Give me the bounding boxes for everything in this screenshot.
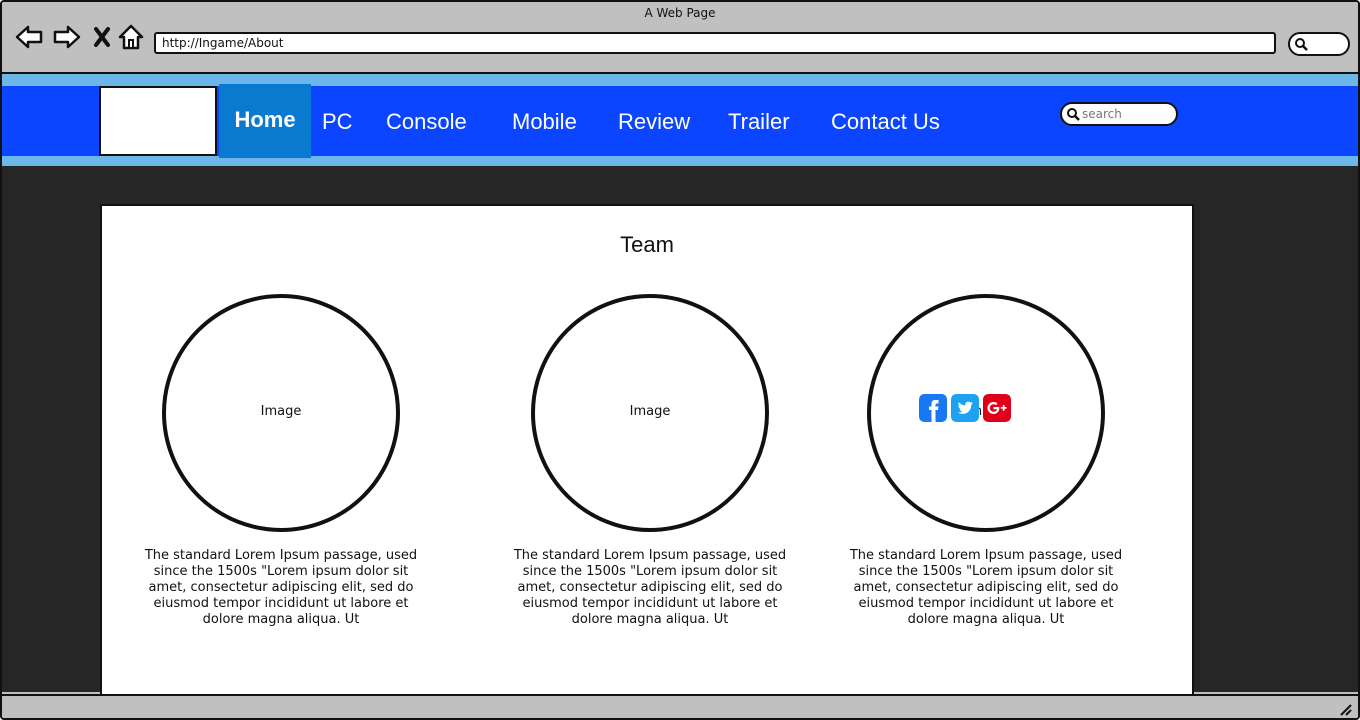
forward-icon[interactable] bbox=[52, 22, 82, 52]
avatar-placeholder: Image bbox=[531, 294, 769, 532]
home-icon[interactable] bbox=[116, 22, 146, 52]
search-icon bbox=[1295, 38, 1308, 51]
site-search[interactable] bbox=[1060, 102, 1178, 126]
member-description: The standard Lorem Ipsum passage, used s… bbox=[513, 548, 787, 627]
browser-toolbar: A Web Page http://Ingame/About bbox=[2, 2, 1358, 74]
facebook-icon[interactable] bbox=[919, 394, 947, 422]
status-bar bbox=[2, 694, 1358, 718]
browser-search[interactable] bbox=[1288, 32, 1350, 56]
back-icon[interactable] bbox=[14, 22, 44, 52]
address-bar[interactable]: http://Ingame/About bbox=[154, 32, 1276, 54]
nav-pc[interactable]: PC bbox=[322, 86, 353, 158]
browser-window: A Web Page http://Ingame/About Home PC C… bbox=[0, 0, 1360, 720]
page-viewport: Home PC Console Mobile Review Trailer Co… bbox=[2, 74, 1358, 696]
nav-console[interactable]: Console bbox=[386, 86, 467, 158]
window-title: A Web Page bbox=[644, 6, 716, 20]
google-plus-icon[interactable] bbox=[983, 394, 1011, 422]
member-description: The standard Lorem Ipsum passage, used s… bbox=[144, 548, 418, 627]
page-title: Team bbox=[620, 232, 674, 257]
member-description: The standard Lorem Ipsum passage, used s… bbox=[849, 548, 1123, 627]
nav-review[interactable]: Review bbox=[618, 86, 690, 158]
nav-home[interactable]: Home bbox=[219, 84, 311, 158]
nav-contact-us[interactable]: Contact Us bbox=[831, 86, 940, 158]
nav-mobile[interactable]: Mobile bbox=[512, 86, 577, 158]
twitter-icon[interactable] bbox=[951, 394, 979, 422]
search-icon bbox=[1067, 108, 1080, 121]
search-input[interactable] bbox=[1082, 104, 1168, 124]
team-panel: Team Image The standard Lorem Ipsum pass… bbox=[100, 204, 1194, 696]
resize-grip-icon[interactable] bbox=[1338, 702, 1352, 716]
navbar-band: Home PC Console Mobile Review Trailer Co… bbox=[2, 74, 1358, 166]
navbar: Home PC Console Mobile Review Trailer Co… bbox=[2, 84, 1358, 158]
image-label: Image bbox=[260, 404, 302, 419]
avatar-placeholder: Image bbox=[162, 294, 400, 532]
nav-trailer[interactable]: Trailer bbox=[728, 86, 790, 158]
logo-placeholder[interactable] bbox=[99, 86, 217, 156]
image-label: Image bbox=[629, 404, 671, 419]
